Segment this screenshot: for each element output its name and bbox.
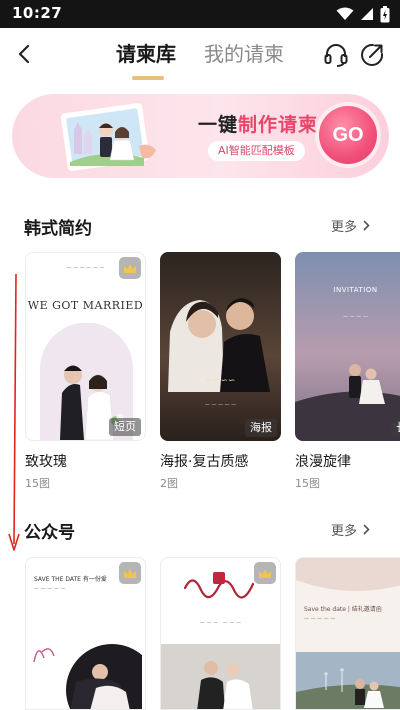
template-card[interactable]: ∽∽∽∽ — — — — — 海报 海报·复古质感 2图 (160, 252, 281, 491)
thumbnail-fine-print: — — — — — (34, 586, 66, 592)
crown-icon (124, 263, 136, 273)
ai-create-banner[interactable]: 一键制作请柬 AI智能匹配模板 GO (12, 94, 389, 178)
template-card[interactable]: INVITATION — — — — 长 浪漫旋律 15图 (295, 252, 400, 491)
more-link[interactable]: 更多 (331, 216, 370, 235)
chevron-right-icon (363, 220, 370, 231)
chevron-left-icon (18, 44, 30, 64)
chevron-right-icon (363, 524, 370, 535)
template-page-count: 15图 (25, 477, 50, 490)
thumbnail-headline: SAVE THE DATE 有一份爱 (34, 576, 107, 583)
couple-photo (295, 364, 400, 441)
go-button[interactable]: GO (319, 106, 377, 164)
banner-title: 一键制作请柬 (198, 110, 318, 137)
headset-icon (324, 44, 348, 67)
tab-invitation-library[interactable]: 请柬库 (116, 40, 176, 68)
customer-service-button[interactable] (322, 41, 350, 69)
status-bar: 10:27 (0, 0, 400, 28)
couple-photo (168, 298, 270, 392)
thumbnail-headline: INVITATION (333, 286, 378, 294)
template-card[interactable]: — — — — — — WE GOT MARRIED 短页 致玫瑰 15图 (25, 252, 146, 491)
decor-arch (296, 558, 400, 591)
section-title: 公众号 (24, 523, 75, 543)
thumbnail-fine-print: — — — — — (204, 402, 237, 408)
signal-icon (361, 8, 373, 20)
template-name: 浪漫旋律 (295, 454, 351, 470)
premium-crown-badge (119, 562, 141, 584)
thumbnail-fine-print: — — — — — — (199, 620, 242, 626)
wifi-icon (336, 7, 354, 20)
tab-my-invitations[interactable]: 我的请柬 (204, 40, 284, 68)
couple-photo (161, 644, 280, 709)
calligraphy-title (183, 572, 255, 599)
status-icons (336, 5, 390, 23)
active-tab-indicator (132, 76, 164, 80)
back-button[interactable] (10, 40, 38, 68)
wedding-couple-illustration (60, 103, 156, 171)
template-card[interactable]: Save the date | 结礼邀请函 — — — — — (295, 557, 400, 710)
template-type-tag: 海报 (245, 419, 277, 437)
template-thumbnail: — — — — — — WE GOT MARRIED 短页 (25, 252, 146, 441)
crown-icon (259, 568, 271, 578)
section-header-korean-simple: 韩式简约 更多 (24, 212, 376, 240)
thumbnail-headline: Save the date | 结礼邀请函 (304, 606, 382, 613)
couple-photo (33, 644, 142, 709)
template-thumbnail: SAVE THE DATE 有一份爱 — — — — — (25, 557, 146, 710)
template-name: 海报·复古质感 (160, 454, 249, 470)
tab-bar: 请柬库 我的请柬 (110, 40, 300, 80)
battery-icon (380, 5, 390, 22)
status-time: 10:27 (12, 4, 63, 22)
template-name: 致玫瑰 (25, 454, 67, 470)
thumbnail-script: ∽∽∽∽ (205, 376, 236, 386)
section-title: 韩式简约 (24, 219, 92, 239)
template-card[interactable]: — — — — — — (160, 557, 281, 710)
template-thumbnail: ∽∽∽∽ — — — — — 海报 (160, 252, 281, 441)
couple-photo (296, 652, 400, 709)
red-annotation-arrow (8, 273, 20, 551)
banner-title-highlight: 制作请柬 (238, 114, 319, 136)
section-header-official-account: 公众号 更多 (24, 516, 376, 544)
share-button[interactable] (358, 41, 386, 69)
template-card[interactable]: SAVE THE DATE 有一份爱 — — — — — (25, 557, 146, 710)
top-nav: 请柬库 我的请柬 (0, 28, 400, 84)
premium-crown-badge (119, 257, 141, 279)
premium-crown-badge (254, 562, 276, 584)
template-type-tag: 长 (391, 419, 400, 437)
template-page-count: 2图 (160, 477, 178, 490)
template-page-count: 15图 (295, 477, 320, 490)
template-thumbnail: INVITATION — — — — 长 (295, 252, 400, 441)
share-icon (361, 43, 384, 66)
thumbnail-fine-print: — — — — (343, 314, 368, 320)
template-thumbnail: — — — — — — (160, 557, 281, 710)
thumbnail-headline: WE GOT MARRIED (27, 299, 144, 312)
more-label: 更多 (330, 220, 357, 235)
more-label: 更多 (330, 524, 357, 539)
template-thumbnail: Save the date | 结礼邀请函 — — — — — (295, 557, 400, 710)
template-type-tag: 短页 (109, 418, 141, 436)
thumbnail-fine-print: — — — — — (304, 616, 336, 622)
crown-icon (124, 568, 136, 578)
banner-subtitle: AI智能匹配模板 (208, 141, 305, 161)
banner-title-prefix: 一键 (198, 114, 239, 136)
more-link[interactable]: 更多 (331, 520, 370, 539)
